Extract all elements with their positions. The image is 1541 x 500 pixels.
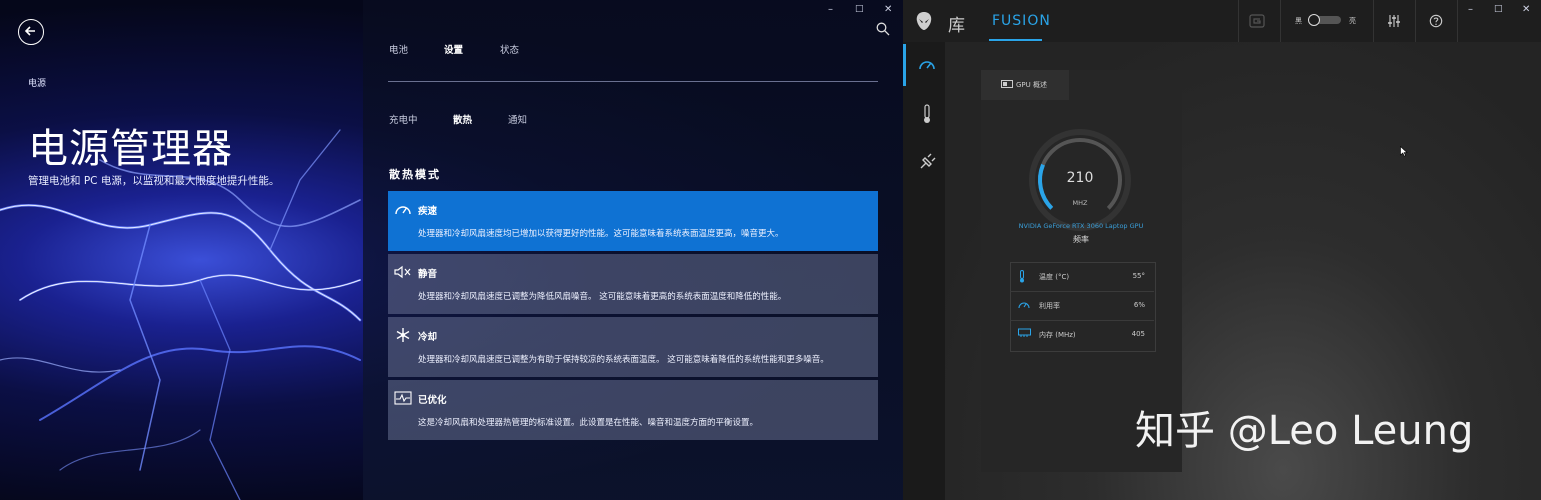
library-tab[interactable]: 库 (948, 11, 965, 36)
toolbar-separator (1457, 0, 1458, 42)
mute-icon (394, 265, 411, 279)
arrow-left-icon (24, 26, 35, 36)
subtab-charging[interactable]: 充电中 (389, 112, 418, 126)
maximize-button[interactable]: □ (855, 4, 864, 14)
mode-description: 这是冷却风扇和处理器热管理的标准设置。此设置是在性能、噪音和温度方面的平衡设置。 (418, 418, 759, 428)
pulse-icon (394, 391, 412, 405)
toggle-knob (1308, 14, 1320, 26)
gauge-fill (1038, 163, 1054, 210)
minimize-button[interactable]: – (828, 4, 833, 15)
tab-status[interactable]: 状态 (500, 42, 519, 56)
tab-settings[interactable]: 设置 (444, 42, 463, 56)
stat-row-utilization: 利用率 6% (1010, 291, 1154, 321)
mode-title: 已优化 (418, 395, 447, 406)
mode-title: 静音 (418, 269, 438, 280)
zhihu-watermark: 知乎 @Leo Leung (1135, 408, 1474, 454)
stat-label: 温度 (°C) (1039, 273, 1070, 281)
page-title: 电源管理器 (28, 126, 233, 172)
stat-label: 利用率 (1039, 302, 1060, 310)
mode-description: 处理器和冷却风扇速度已调整为降低风扇噪音。 这可能意味着更高的系统表面温度和降低… (418, 292, 787, 302)
game-mode-icon[interactable] (1249, 14, 1265, 28)
minimize-button[interactable]: – (1468, 4, 1473, 15)
stat-row-memory: 内存 (MHz) 405 (1010, 320, 1154, 349)
maximize-button[interactable]: □ (1494, 4, 1503, 14)
tab-battery[interactable]: 电池 (389, 42, 408, 56)
thermometer-nav-icon[interactable] (922, 104, 932, 124)
snowflake-icon (396, 328, 410, 342)
mouse-cursor-icon (1400, 146, 1408, 157)
mode-title: 疾速 (418, 206, 438, 217)
metric-label: 频率 (1073, 235, 1089, 244)
gpu-model-name: NVIDIA GeForce RTX 3060 Laptop GPU (1018, 222, 1144, 230)
mode-description: 处理器和冷却风扇速度已调整为有助于保持较凉的系统表面温度。 这可能意味着降低的系… (418, 355, 829, 365)
toolbar-separator (1238, 0, 1239, 42)
theme-light-label: 亮 (1349, 17, 1356, 25)
gauge-value: 210 (1066, 170, 1094, 186)
subtab-notifications[interactable]: 通知 (508, 112, 527, 126)
mode-optimized[interactable]: 已优化 这是冷却风扇和处理器热管理的标准设置。此设置是在性能、噪音和温度方面的平… (388, 380, 878, 440)
performance-nav-icon[interactable] (918, 57, 936, 71)
section-title: 散热模式 (389, 168, 441, 181)
active-nav-indicator (903, 44, 906, 86)
mode-cool[interactable]: 冷却 处理器和冷却风扇速度已调整为有助于保持较凉的系统表面温度。 这可能意味着降… (388, 317, 878, 377)
active-tab-underline (989, 39, 1042, 41)
sliders-icon[interactable] (1387, 14, 1401, 28)
tab-divider (388, 81, 878, 82)
help-icon[interactable] (1429, 14, 1443, 28)
gauge-icon (395, 206, 411, 215)
stat-value: 6% (1133, 301, 1145, 309)
mode-title: 冷却 (418, 332, 438, 343)
stat-value: 405 (1131, 330, 1145, 338)
toolbar-separator (1373, 0, 1374, 42)
gpu-card-icon (1001, 80, 1013, 88)
mode-performance[interactable]: 疾速 处理器和冷却风扇速度均已增加以获得更好的性能。这可能意味着系统表面温度更高… (388, 191, 878, 251)
mode-description: 处理器和冷却风扇速度均已增加以获得更好的性能。这可能意味着系统表面温度更高，噪音… (418, 229, 784, 239)
close-button[interactable]: ✕ (884, 4, 892, 15)
mode-quiet[interactable]: 静音 处理器和冷却风扇速度已调整为降低风扇噪音。 这可能意味着更高的系统表面温度… (388, 254, 878, 314)
theme-dark-label: 黑 (1295, 17, 1302, 25)
gauge-unit: MHZ (1072, 199, 1088, 207)
back-button[interactable] (18, 19, 44, 45)
gpu-tab-label: GPU 概述 (1016, 81, 1047, 89)
memory-icon (1018, 328, 1031, 337)
breadcrumb: 电源 (28, 79, 47, 89)
power-manager-window: 电源 电源管理器 管理电池和 PC 电源，以监视和最大限度地提升性能。 – □ … (0, 0, 903, 500)
close-button[interactable]: ✕ (1522, 4, 1530, 15)
stat-row-temperature: 温度 (°C) 55° (1010, 262, 1154, 292)
alien-logo-icon (916, 12, 932, 30)
toolbar-separator (1415, 0, 1416, 42)
stat-label: 内存 (MHz) (1039, 331, 1076, 339)
subtab-thermal[interactable]: 散热 (453, 112, 472, 126)
tab-fusion[interactable]: FUSION (992, 13, 1051, 29)
thermometer-icon (1020, 270, 1024, 283)
stat-value: 55° (1132, 272, 1145, 280)
page-subtitle: 管理电池和 PC 电源，以监视和最大限度地提升性能。 (28, 175, 280, 187)
theme-toggle[interactable] (1308, 14, 1341, 26)
power-plug-nav-icon[interactable] (919, 152, 937, 170)
gauge-icon (1018, 302, 1030, 309)
toolbar-separator (1280, 0, 1281, 42)
search-icon[interactable] (876, 22, 890, 36)
